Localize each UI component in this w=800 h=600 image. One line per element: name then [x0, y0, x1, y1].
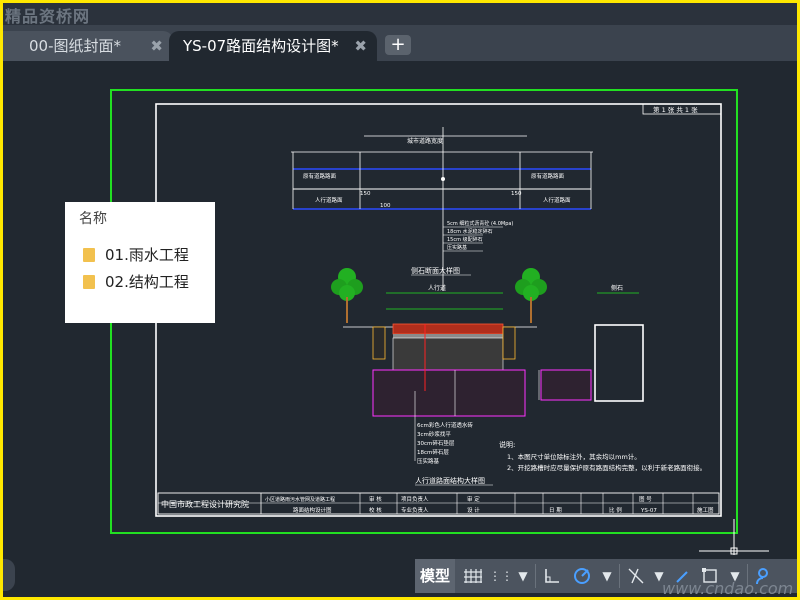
watermark-top: 精品资桥网: [5, 7, 91, 26]
dropdown-icon[interactable]: ▼: [513, 559, 533, 593]
note-1: 1、本图尺寸单位除标注外，其余均以mm计。: [507, 452, 641, 461]
subgrade-layer: [372, 369, 526, 417]
status-left-tab[interactable]: [3, 559, 15, 591]
crosshair-cursor-icon: [699, 519, 769, 555]
tab-cover[interactable]: 00-图纸封面* ✖: [3, 31, 173, 61]
drawing-canvas[interactable]: 第 1 张 共 1 张 城市道路宽度 原有道路路面 人行道路面 原有道路路面 人…: [3, 61, 797, 557]
svg-text:原有道路路面: 原有道路路面: [531, 172, 565, 180]
svg-text:施工图: 施工图: [697, 506, 714, 514]
svg-text:原有道路路面: 原有道路路面: [303, 172, 337, 180]
folder-icon: [83, 248, 95, 262]
svg-text:审 核: 审 核: [369, 495, 382, 503]
svg-text:校 核: 校 核: [369, 506, 382, 514]
snap-icon[interactable]: ⋮⋮: [489, 559, 513, 593]
popup-header: 名称: [79, 211, 107, 227]
cad-window: 精品资桥网 00-图纸封面* ✖ YS-07路面结构设计图* ✖ + 第 1 张…: [3, 3, 797, 597]
notes-title: 说明:: [499, 440, 515, 449]
svg-text:150: 150: [360, 191, 371, 197]
close-icon[interactable]: ✖: [150, 31, 163, 61]
svg-text:人行道: 人行道: [428, 284, 446, 292]
svg-text:30cm碎石垫层: 30cm碎石垫层: [417, 439, 455, 447]
tree-right-icon: [515, 268, 547, 323]
company-name: 中国市政工程设计研究院: [161, 499, 249, 509]
tab-road-structure-label: YS-07路面结构设计图*: [183, 37, 339, 55]
folder-icon: [83, 275, 95, 289]
svg-text:专业负责人: 专业负责人: [401, 506, 429, 514]
model-space-button[interactable]: 模型: [415, 559, 455, 593]
grid-icon[interactable]: [459, 559, 487, 593]
svg-text:图 号: 图 号: [639, 495, 652, 503]
svg-text:日 期: 日 期: [549, 507, 562, 514]
bottom-title: 人行道路面结构大样图: [415, 476, 485, 485]
note-2: 2、开挖路槽时应尽量保护原有路面结构完整，以利于新老路面衔接。: [507, 463, 706, 472]
close-icon[interactable]: ✖: [354, 31, 367, 61]
svg-text:6cm彩色人行道透水砖: 6cm彩色人行道透水砖: [417, 421, 473, 429]
svg-text:项目负责人: 项目负责人: [401, 495, 429, 503]
tab-road-structure[interactable]: YS-07路面结构设计图* ✖: [169, 31, 377, 61]
paver-layer: [392, 323, 504, 335]
tab-bar: 00-图纸封面* ✖ YS-07路面结构设计图* ✖ +: [3, 25, 797, 61]
svg-text:150: 150: [511, 191, 522, 197]
svg-text:人行道路面: 人行道路面: [543, 196, 571, 204]
folder-label: 01.雨水工程: [105, 246, 189, 264]
svg-text:人行道路面: 人行道路面: [315, 196, 343, 204]
svg-text:3cm砂浆找平: 3cm砂浆找平: [417, 430, 451, 438]
svg-text:设 计: 设 计: [467, 506, 480, 514]
svg-text:比 例: 比 例: [609, 506, 622, 514]
curb-box: [594, 324, 644, 402]
folder-label: 02.结构工程: [105, 273, 189, 291]
svg-text:100: 100: [380, 203, 391, 209]
folder-item-structure[interactable]: 02.结构工程: [83, 272, 189, 292]
title-bar: 精品资桥网: [3, 3, 797, 26]
svg-text:压实路基: 压实路基: [417, 457, 440, 465]
ortho-icon[interactable]: [539, 559, 565, 593]
gravel-layer: [392, 337, 504, 371]
svg-text:18cm碎石层: 18cm碎石层: [417, 448, 449, 456]
svg-text:18cm 水泥稳定碎石: 18cm 水泥稳定碎石: [447, 228, 493, 235]
watermark-bottom: www.cndao.com: [662, 579, 794, 597]
svg-text:路面结构设计图: 路面结构设计图: [293, 506, 332, 514]
tree-left-icon: [331, 268, 363, 323]
svg-text:5cm 细粒式沥青砼 (4.0Mpa): 5cm 细粒式沥青砼 (4.0Mpa): [447, 220, 513, 227]
folder-item-rainwater[interactable]: 01.雨水工程: [83, 245, 189, 265]
sheet-number: 第 1 张 共 1 张: [653, 105, 698, 114]
tab-cover-label: 00-图纸封面*: [29, 37, 121, 55]
folder-popup: 名称 01.雨水工程 02.结构工程: [65, 202, 215, 323]
svg-text:15cm 级配碎石: 15cm 级配碎石: [447, 236, 483, 243]
section-title: 侧石断面大样图: [411, 266, 460, 275]
svg-text:YS-07: YS-07: [640, 508, 657, 514]
dropdown-icon[interactable]: ▼: [597, 559, 617, 593]
osnap-icon[interactable]: [623, 559, 649, 593]
add-tab-button[interactable]: +: [385, 35, 411, 55]
svg-text:侧石: 侧石: [611, 284, 623, 292]
svg-text:小区道路雨污水管网及道路工程: 小区道路雨污水管网及道路工程: [265, 496, 335, 503]
road-width-label: 城市道路宽度: [407, 137, 443, 145]
svg-text:审 定: 审 定: [467, 495, 480, 503]
polar-icon[interactable]: [569, 559, 595, 593]
svg-text:压实路基: 压实路基: [447, 244, 467, 251]
